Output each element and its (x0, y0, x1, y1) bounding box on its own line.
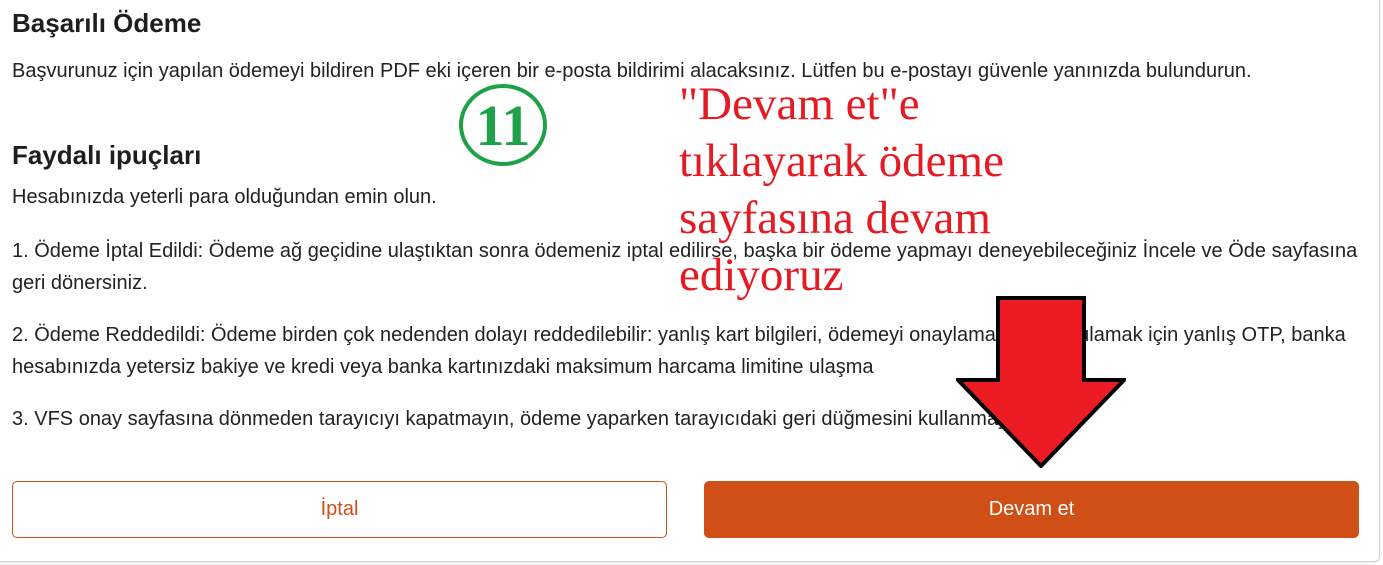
instruction-annotation: "Devam et"e tıklayarak ödeme sayfasına d… (679, 76, 1004, 304)
down-arrow-icon (956, 296, 1126, 468)
continue-button[interactable]: Devam et (704, 481, 1359, 538)
cancel-button[interactable]: İptal (12, 481, 667, 538)
tip-item-3: 3. VFS onay sayfasına dönmeden tarayıcıy… (12, 408, 1031, 430)
success-description: Başvurunuz için yapılan ödemeyi bildiren… (12, 60, 1252, 82)
tips-title: Faydalı ipuçları (12, 140, 202, 170)
annotation-line-1: "Devam et"e (679, 78, 920, 130)
step-number-badge: 11 (459, 84, 547, 166)
annotation-line-2: tıklayarak ödeme (679, 135, 1004, 187)
down-arrow-shape (956, 296, 1126, 468)
annotation-line-3: sayfasına devam (679, 192, 991, 244)
success-title: Başarılı Ödeme (12, 8, 202, 38)
tip-item-2: 2. Ödeme Reddedildi: Ödeme birden çok ne… (12, 324, 1346, 378)
